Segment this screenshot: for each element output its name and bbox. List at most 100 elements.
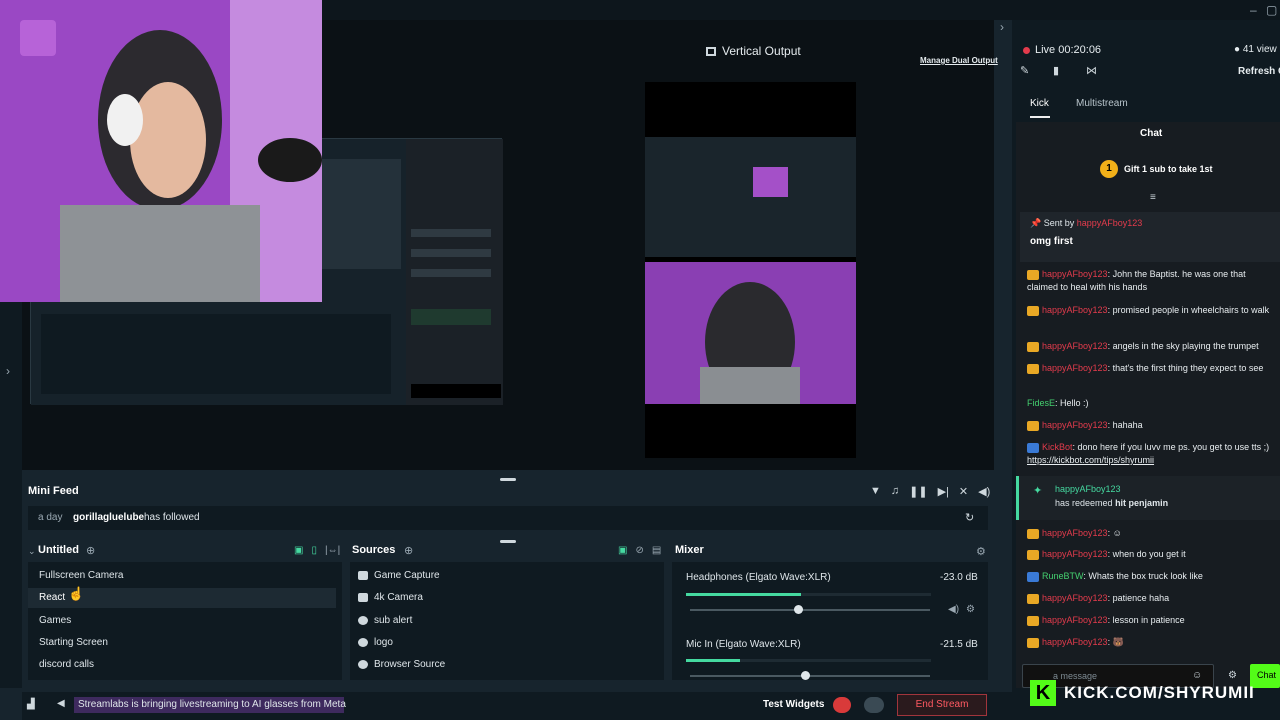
refresh-chat-button[interactable]: Refresh C xyxy=(1238,66,1280,77)
redeem-user[interactable]: happyAFboy123 xyxy=(1055,484,1121,494)
record-button[interactable] xyxy=(833,697,851,713)
audio-meter xyxy=(686,593,931,596)
redeem-text: has redeemed hit penjamin xyxy=(1055,498,1168,508)
emote-icon: ☺ xyxy=(1112,528,1122,538)
resize-handle[interactable] xyxy=(500,540,516,543)
collapse-icon[interactable]: ≡ xyxy=(1150,192,1156,203)
chat-username[interactable]: FidesE xyxy=(1027,398,1055,408)
volume-slider[interactable] xyxy=(690,671,930,680)
filter-icon[interactable]: ▼ xyxy=(870,485,881,498)
minimize-icon[interactable]: – xyxy=(1250,3,1257,17)
horizontal-display-icon[interactable]: ▣ xyxy=(294,545,303,556)
add-scene-collection-icon[interactable]: ⊕ xyxy=(86,544,95,557)
globe-icon xyxy=(358,638,368,647)
mixer-channel-name: Headphones (Elgato Wave:XLR) xyxy=(686,572,831,583)
scenes-title[interactable]: Untitled xyxy=(38,544,79,556)
scene-item[interactable]: discord calls xyxy=(39,659,94,670)
scene-item[interactable]: Games xyxy=(39,615,71,626)
scene-item[interactable]: React xyxy=(39,592,65,603)
chat-message: happyAFboy123: patience haha xyxy=(1027,592,1277,605)
video-icon[interactable]: ▮ xyxy=(1053,64,1059,77)
crown-icon xyxy=(1027,420,1039,431)
chat-username[interactable]: happyAFboy123 xyxy=(1042,593,1108,603)
test-widgets-button[interactable]: Test Widgets xyxy=(763,699,824,710)
volume-slider[interactable] xyxy=(690,605,930,614)
volume-icon[interactable]: ◀) xyxy=(978,485,990,498)
replay-icon[interactable]: ↻ xyxy=(965,511,974,524)
speaker-icon[interactable]: ◀) xyxy=(948,604,959,615)
chat-username[interactable]: RuneBTW xyxy=(1042,571,1083,581)
source-item[interactable]: Browser Source xyxy=(358,659,445,670)
chat-username[interactable]: happyAFboy123 xyxy=(1042,549,1108,559)
mixer-title: Mixer xyxy=(675,544,704,556)
chat-username[interactable]: happyAFboy123 xyxy=(1042,420,1108,430)
emote-icon: 🐻 xyxy=(1112,637,1124,647)
gear-icon[interactable]: ⚙ xyxy=(976,545,986,558)
kick-brand-overlay: K KICK.COM/SHYRUMII xyxy=(1030,680,1255,706)
gamepad-icon xyxy=(358,571,368,580)
viewer-count: ● 41 view xyxy=(1234,44,1277,55)
chat-text: : patience haha xyxy=(1107,593,1170,603)
chat-message: KickBot: dono here if you luvv me ps. yo… xyxy=(1027,441,1277,467)
transition-icon[interactable]: |⇔| xyxy=(325,545,340,556)
display-icon[interactable]: ▣ xyxy=(618,545,627,556)
stats-icon[interactable]: ▟ xyxy=(27,699,35,710)
chat-text: : angels in the sky playing the trumpet xyxy=(1107,341,1259,351)
schedule-button[interactable] xyxy=(864,697,884,713)
group-icon[interactable]: ⊘ xyxy=(635,545,643,556)
crown-icon xyxy=(1027,593,1039,604)
chat-username[interactable]: happyAFboy123 xyxy=(1042,305,1108,315)
pause-icon[interactable]: ❚❚ xyxy=(909,485,927,498)
chat-username[interactable]: happyAFboy123 xyxy=(1042,615,1108,625)
volume-slider-knob[interactable] xyxy=(794,605,803,614)
chat-text: : Whats the box truck look like xyxy=(1083,571,1203,581)
source-item[interactable]: 4k Camera xyxy=(358,592,423,603)
tab-active-indicator xyxy=(1030,116,1050,118)
source-item[interactable]: Game Capture xyxy=(358,570,440,581)
gear-icon[interactable]: ⚙ xyxy=(966,604,975,615)
gift-sub-button[interactable]: 1 Gift 1 sub to take 1st xyxy=(1100,160,1213,178)
chevron-right-icon[interactable]: › xyxy=(6,364,10,378)
scene-item[interactable]: Fullscreen Camera xyxy=(39,570,123,581)
chat-username[interactable]: happyAFboy123 xyxy=(1042,528,1108,538)
maximize-icon[interactable]: ▢ xyxy=(1266,3,1277,17)
tab-kick[interactable]: Kick xyxy=(1030,98,1049,109)
crown-icon xyxy=(1027,549,1039,560)
chat-username[interactable]: KickBot xyxy=(1042,442,1073,452)
crown-icon xyxy=(1027,363,1039,374)
source-item[interactable]: sub alert xyxy=(358,615,412,626)
vertical-display-icon[interactable]: ▯ xyxy=(311,545,317,556)
share-icon[interactable]: ⋈ xyxy=(1086,64,1097,77)
end-stream-button[interactable]: End Stream xyxy=(897,694,987,716)
chat-link[interactable]: https://kickbot.com/tips/shyrumii xyxy=(1027,455,1154,465)
chat-username[interactable]: happyAFboy123 xyxy=(1042,637,1108,647)
source-item[interactable]: logo xyxy=(358,637,393,648)
resize-handle[interactable] xyxy=(500,478,516,481)
tab-multistream[interactable]: Multistream xyxy=(1076,98,1128,109)
manage-dual-output-link[interactable]: Manage Dual Output xyxy=(920,56,998,65)
add-source-icon[interactable]: ⊕ xyxy=(404,544,413,557)
news-banner[interactable]: Streamlabs is bringing livestreaming to … xyxy=(78,699,346,710)
mute-alerts-icon[interactable]: ✕ xyxy=(959,485,968,498)
folder-icon[interactable]: ▤ xyxy=(652,545,661,556)
pinned-sender: happyAFboy123 xyxy=(1076,218,1143,228)
kick-url: KICK.COM/SHYRUMII xyxy=(1064,683,1255,702)
scene-toolbar: ▣ ▯ |⇔| xyxy=(294,545,340,556)
skip-icon[interactable]: ▶| xyxy=(938,485,949,498)
chat-username[interactable]: happyAFboy123 xyxy=(1042,363,1108,373)
audio-meter-fill xyxy=(686,659,740,662)
mini-feed-controls: ▼ ♫ ❚❚ ▶| ✕ ◀) xyxy=(870,485,990,498)
live-indicator: Live 00:20:06 xyxy=(1023,44,1101,56)
megaphone-icon[interactable]: ◀ xyxy=(57,698,65,709)
chat-message: RuneBTW: Whats the box truck look like xyxy=(1027,570,1277,583)
vertical-preview[interactable] xyxy=(645,82,856,458)
edit-icon[interactable]: ✎ xyxy=(1020,64,1029,77)
chat-username[interactable]: happyAFboy123 xyxy=(1042,341,1108,351)
chat-message: happyAFboy123: when do you get it xyxy=(1027,548,1277,561)
redeem-item: hit penjamin xyxy=(1115,498,1169,508)
chevron-right-icon[interactable]: › xyxy=(1000,20,1004,34)
music-icon[interactable]: ♫ xyxy=(891,485,899,498)
scene-item[interactable]: Starting Screen xyxy=(39,637,108,648)
chat-username[interactable]: happyAFboy123 xyxy=(1042,269,1108,279)
chevron-down-icon[interactable]: ⌄ xyxy=(28,546,36,557)
